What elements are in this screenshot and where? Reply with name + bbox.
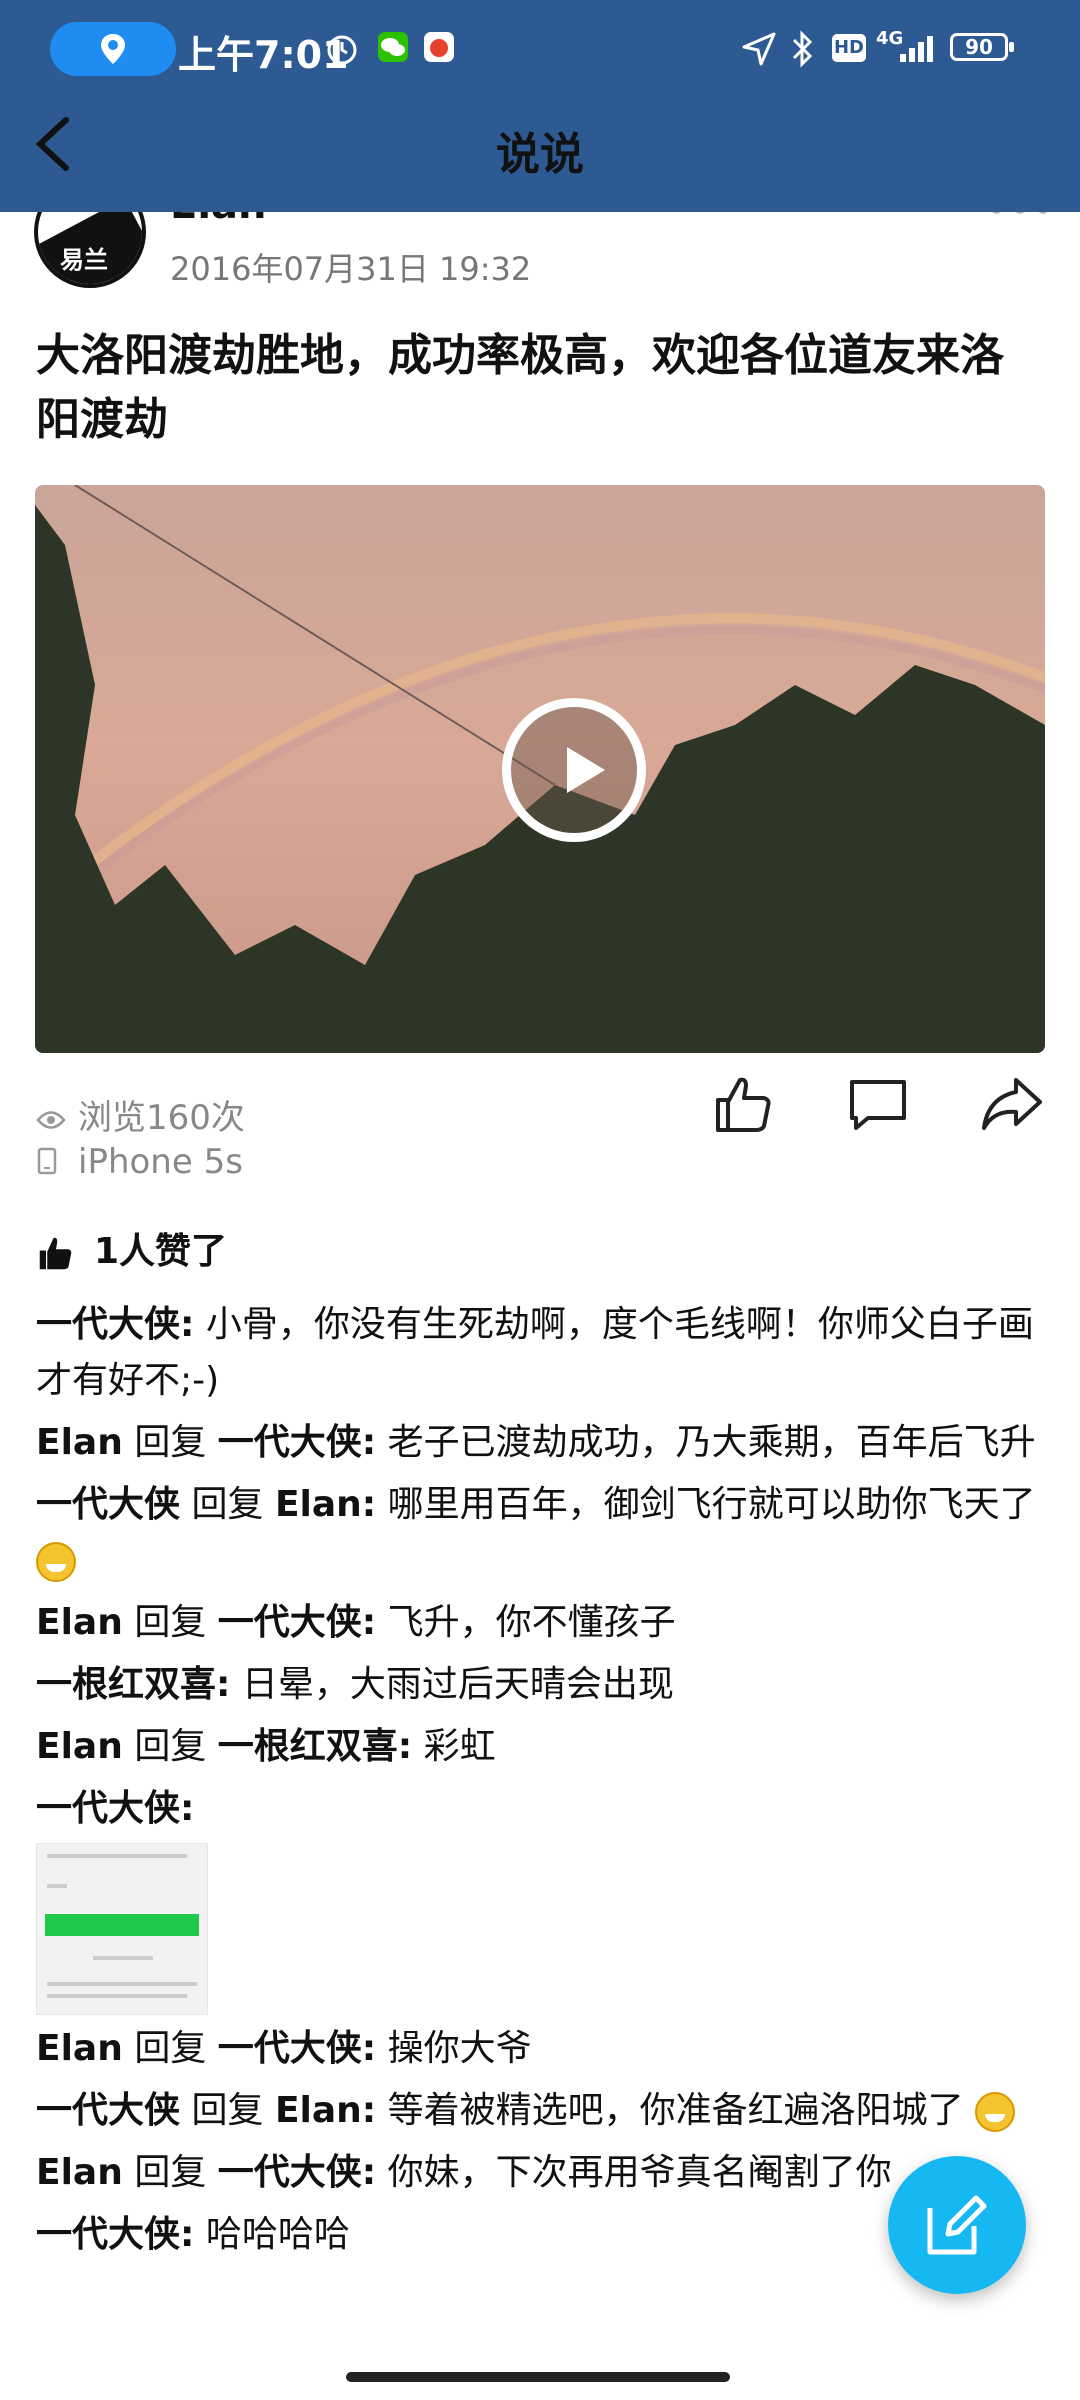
reply-label: 回复	[191, 2090, 264, 2131]
comment-image[interactable]	[36, 1843, 208, 2015]
location-pill[interactable]	[50, 22, 176, 76]
comment-author[interactable]: Elan	[36, 2152, 123, 2193]
device-info: iPhone 5s	[36, 1142, 243, 1184]
comment-reply-target[interactable]: Elan:	[275, 1484, 376, 1525]
comment-text: 哪里用百年，御剑飞行就可以助你飞天了	[387, 1484, 1036, 1525]
comment-item[interactable]: Elan 回复 一根红双喜: 彩虹	[36, 1719, 1046, 1775]
comment-text: 老子已渡劫成功，乃大乘期，百年后飞升	[387, 1422, 1036, 1463]
device-label: iPhone 5s	[78, 1142, 243, 1182]
edit-icon	[927, 2195, 987, 2255]
page-title: 说说	[496, 129, 584, 180]
home-indicator[interactable]	[346, 2372, 730, 2382]
reply-label: 回复	[134, 1602, 207, 1643]
battery-indicator: 90	[950, 33, 1014, 61]
reply-label: 回复	[134, 1726, 207, 1767]
video-player[interactable]	[35, 485, 1045, 1053]
thumbs-up-filled-icon	[39, 1237, 72, 1270]
signal-icon	[900, 36, 933, 62]
share-icon[interactable]	[980, 1072, 1044, 1136]
post-date: 2016年07月31日 19:32	[170, 250, 532, 288]
comment-icon[interactable]	[846, 1072, 910, 1136]
comment-author[interactable]: 一代大侠:	[36, 2214, 194, 2255]
post-text: 大洛阳渡劫胜地，成功率极高，欢迎各位道友来洛阳渡劫	[36, 330, 1004, 445]
view-count-label: 浏览160次	[78, 1098, 245, 1138]
comment-reply-target[interactable]: 一根红双喜:	[218, 1726, 412, 1767]
comment-text: 哈哈哈哈	[205, 2214, 350, 2255]
comment-author[interactable]: Elan	[36, 1422, 123, 1463]
comment-author[interactable]: Elan	[36, 1602, 123, 1643]
status-bar: 上午7:01 HD 4G 90	[0, 0, 1080, 100]
app-notification-icon	[424, 32, 454, 62]
comment-reply-target[interactable]: 一代大侠:	[218, 1422, 376, 1463]
comment-item[interactable]: 一根红双喜: 日晕，大雨过后天晴会出现	[36, 1657, 1046, 1713]
comment-reply-target[interactable]: 一代大侠:	[218, 2028, 376, 2069]
reply-label: 回复	[134, 2028, 207, 2069]
comment-item[interactable]: 一代大侠: 小骨，你没有生死劫啊，度个毛线啊！你师父白子画才有好不;-)	[36, 1297, 1046, 1409]
avatar-label: 易兰	[60, 246, 108, 274]
comment-text: 等着被精选吧，你准备红遍洛阳城了	[387, 2090, 964, 2131]
alarm-icon	[327, 35, 357, 65]
comment-author[interactable]: 一代大侠	[36, 2090, 180, 2131]
comment-author[interactable]: 一代大侠:	[36, 1304, 194, 1345]
comment-item[interactable]: Elan 回复 一代大侠: 飞升，你不懂孩子	[36, 1595, 1046, 1651]
view-count: 浏览160次	[36, 1090, 245, 1140]
comment-text: 日晕，大雨过后天晴会出现	[241, 1664, 674, 1705]
hd-badge: HD	[832, 34, 866, 62]
comment-item[interactable]: 一代大侠 回复 Elan: 等着被精选吧，你准备红遍洛阳城了	[36, 2083, 1046, 2139]
likes-count: 1人赞了	[94, 1231, 228, 1272]
play-icon[interactable]	[502, 698, 646, 842]
comment-list: 一代大侠: 小骨，你没有生死劫啊，度个毛线啊！你师父白子画才有好不;-) Ela…	[36, 1297, 1046, 2269]
comment-reply-target[interactable]: 一代大侠:	[218, 1602, 376, 1643]
comment-author[interactable]: 一代大侠	[36, 1484, 180, 1525]
likes-summary[interactable]: 1人赞了	[36, 1222, 227, 1274]
comment-author[interactable]: 一根红双喜:	[36, 1664, 230, 1705]
wechat-icon	[378, 32, 408, 62]
phone-icon	[36, 1144, 66, 1184]
comment-reply-target[interactable]: Elan:	[275, 2090, 376, 2131]
comment-item[interactable]: Elan 回复 一代大侠: 老子已渡劫成功，乃大乘期，百年后飞升	[36, 1415, 1046, 1471]
location-icon	[101, 34, 125, 64]
compose-button[interactable]	[888, 2156, 1026, 2294]
comment-item[interactable]: 一代大侠:	[36, 1781, 1046, 2015]
comment-author[interactable]: Elan	[36, 1726, 123, 1767]
reply-label: 回复	[134, 2152, 207, 2193]
eye-icon	[36, 1100, 66, 1140]
comment-reply-target[interactable]: 一代大侠:	[218, 2152, 376, 2193]
grin-emoji-icon	[36, 1542, 76, 1582]
reply-label: 回复	[191, 1484, 264, 1525]
navigation-icon	[742, 32, 776, 66]
comment-author[interactable]: Elan	[36, 2028, 123, 2069]
thumbs-up-icon[interactable]	[712, 1072, 776, 1136]
comment-item[interactable]: Elan 回复 一代大侠: 你妹，下次再用爷真名阉割了你	[36, 2145, 1046, 2201]
comment-item[interactable]: 一代大侠 回复 Elan: 哪里用百年，御剑飞行就可以助你飞天了	[36, 1477, 1046, 1589]
comment-text: 彩虹	[423, 1726, 496, 1767]
thinking-emoji-icon	[975, 2092, 1016, 2132]
bluetooth-icon	[792, 30, 813, 68]
reply-label: 回复	[134, 1422, 207, 1463]
comment-item[interactable]: Elan 回复 一代大侠: 操你大爷	[36, 2021, 1046, 2077]
comment-author[interactable]: 一代大侠:	[36, 1788, 194, 1829]
top-bar: 上午7:01 HD 4G 90 说说	[0, 0, 1080, 212]
comment-text: 你妹，下次再用爷真名阉割了你	[387, 2152, 892, 2193]
comment-text: 操你大爷	[387, 2028, 532, 2069]
comment-text: 飞升，你不懂孩子	[387, 1602, 676, 1643]
status-time: 上午7:01	[178, 33, 349, 77]
